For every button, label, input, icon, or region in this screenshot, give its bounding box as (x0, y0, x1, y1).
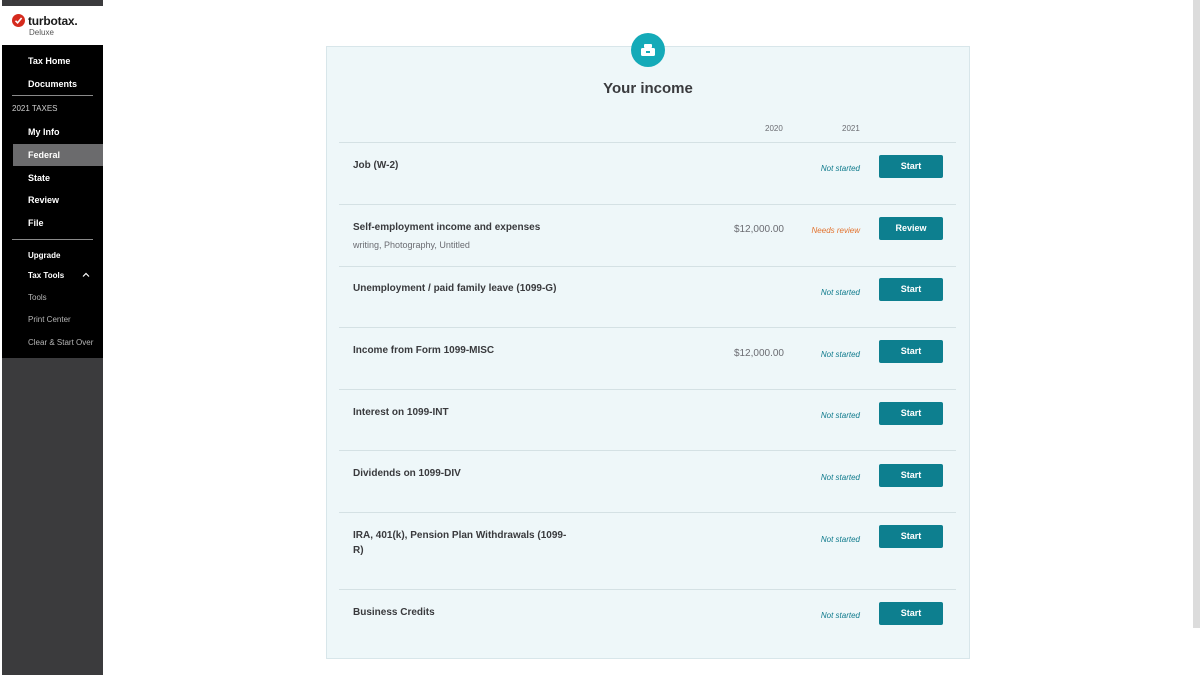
column-header-2021: 2021 (842, 124, 860, 133)
row-divider (339, 450, 956, 451)
amount-2020: $12,000.00 (733, 224, 784, 235)
chevron-up-icon[interactable] (82, 271, 90, 279)
sidebar-item-state[interactable]: State (28, 173, 50, 183)
header-rule (339, 142, 956, 143)
start-button-1099-div[interactable]: Start (879, 464, 943, 487)
row-label: Business Credits (353, 607, 435, 618)
sidebar-item-upgrade[interactable]: Upgrade (28, 251, 60, 260)
status-text: Not started (820, 611, 860, 620)
sidebar-divider (12, 239, 93, 240)
row-label: Unemployment / paid family leave (1099-G… (353, 283, 557, 294)
brand-name: turbotax. (28, 14, 78, 28)
row-divider (339, 389, 956, 390)
sidebar-item-tax-home[interactable]: Tax Home (28, 56, 70, 66)
sidebar-item-federal[interactable]: Federal (28, 150, 60, 160)
sidebar-item-tools[interactable]: Tools (28, 293, 47, 302)
cash-register-icon (631, 33, 665, 67)
row-label: IRA, 401(k), Pension Plan Withdrawals (1… (353, 530, 567, 556)
sidebar-item-review[interactable]: Review (28, 195, 59, 205)
status-text: Not started (820, 164, 860, 173)
row-label: Interest on 1099-INT (353, 407, 449, 418)
sidebar-item-clear-start-over[interactable]: Clear & Start Over (28, 338, 93, 347)
row-label: Income from Form 1099-MISC (353, 345, 495, 356)
amount-2020: $12,000.00 (733, 348, 784, 359)
row-divider (339, 512, 956, 513)
start-button-1099-misc[interactable]: Start (879, 340, 943, 363)
status-text: Not started (820, 535, 860, 544)
row-divider (339, 204, 956, 205)
edition-name: Deluxe (29, 28, 54, 37)
sidebar-item-print-center[interactable]: Print Center (28, 315, 71, 324)
sidebar: turbotax. Deluxe Tax Home Documents 2021… (2, 0, 103, 675)
row-divider (339, 266, 956, 267)
sidebar-bottom-fill (2, 358, 103, 675)
status-text: Not started (820, 288, 860, 297)
logo[interactable]: turbotax. Deluxe (2, 6, 103, 45)
start-button-business-credits[interactable]: Start (879, 602, 943, 625)
review-button-self-employment[interactable]: Review (879, 217, 943, 240)
status-text: Not started (820, 350, 860, 359)
start-button-unemployment[interactable]: Start (879, 278, 943, 301)
status-text: Not started (820, 411, 860, 420)
start-button-w2[interactable]: Start (879, 155, 943, 178)
status-text: Not started (820, 473, 860, 482)
sidebar-item-documents[interactable]: Documents (28, 79, 77, 89)
sidebar-section-2021-taxes: 2021 TAXES (12, 104, 58, 113)
start-button-1099-int[interactable]: Start (879, 402, 943, 425)
sidebar-item-my-info[interactable]: My Info (28, 127, 60, 137)
start-button-1099-r[interactable]: Start (879, 525, 943, 548)
status-text: Needs review (811, 226, 860, 235)
column-header-2020: 2020 (765, 124, 783, 133)
row-label: Self-employment income and expenses (353, 222, 541, 233)
row-divider (339, 327, 956, 328)
row-label: Dividends on 1099-DIV (353, 468, 461, 479)
sidebar-item-tax-tools[interactable]: Tax Tools (28, 271, 64, 280)
row-label: Job (W-2) (353, 160, 399, 171)
page-scrollbar[interactable] (1193, 0, 1200, 628)
page-title: Your income (603, 80, 693, 97)
row-sublabel: writing, Photography, Untitled (353, 240, 470, 250)
row-divider (339, 589, 956, 590)
checkmark-icon (12, 14, 25, 27)
sidebar-divider (12, 95, 93, 96)
sidebar-item-file[interactable]: File (28, 218, 44, 228)
